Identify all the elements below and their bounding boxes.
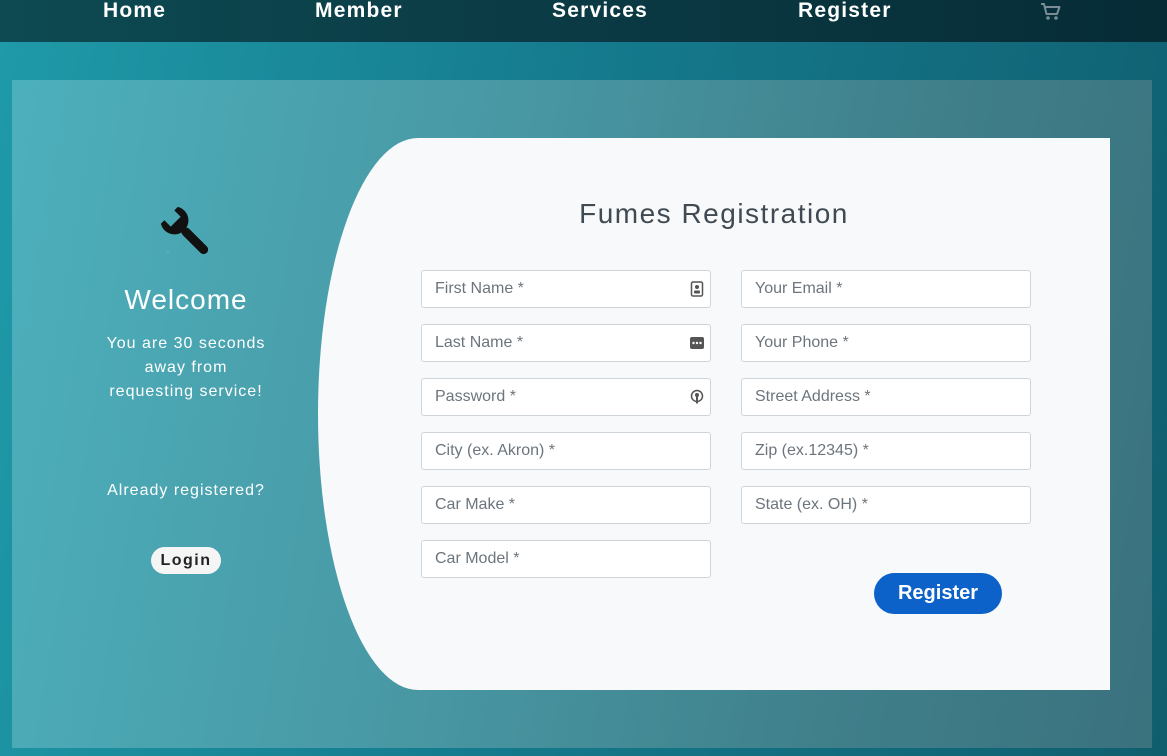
car-model-input[interactable] <box>422 541 710 577</box>
already-registered-text: Already registered? <box>107 482 265 499</box>
contact-card-icon <box>690 281 704 297</box>
register-button[interactable]: Register <box>874 573 1002 614</box>
street-address-input[interactable] <box>742 379 1030 415</box>
wrench-icon <box>160 206 209 255</box>
email-input[interactable] <box>742 271 1030 307</box>
welcome-subtitle-line: away from <box>144 359 228 376</box>
welcome-title: Welcome <box>124 284 248 315</box>
password-input[interactable] <box>422 379 710 415</box>
form-title: Fumes Registration <box>579 198 849 229</box>
zip-input[interactable] <box>742 433 1030 469</box>
last-name-input[interactable] <box>422 325 710 361</box>
car-make-field[interactable] <box>421 486 711 524</box>
nav-home-link[interactable]: Home <box>103 0 166 23</box>
street-address-field[interactable] <box>741 378 1031 416</box>
top-navbar: Home Member Services Register <box>0 0 1167 42</box>
shopping-cart-icon[interactable] <box>1040 2 1062 22</box>
welcome-subtitle: You are 30 seconds away from requesting … <box>96 332 276 404</box>
first-name-field[interactable] <box>421 270 711 308</box>
state-field[interactable] <box>741 486 1031 524</box>
car-make-input[interactable] <box>422 487 710 523</box>
car-model-field[interactable] <box>421 540 711 578</box>
phone-field[interactable] <box>741 324 1031 362</box>
welcome-subtitle-line: requesting service! <box>109 383 263 400</box>
first-name-input[interactable] <box>422 271 710 307</box>
registration-form-card: Fumes Registration First Name * Your Ema… <box>318 138 1110 690</box>
nav-member-link[interactable]: Member <box>315 0 403 23</box>
login-button[interactable]: Login <box>151 547 221 574</box>
state-input[interactable] <box>742 487 1030 523</box>
key-lock-icon <box>690 389 704 404</box>
last-name-field[interactable] <box>421 324 711 362</box>
city-field[interactable] <box>421 432 711 470</box>
nav-services-link[interactable]: Services <box>552 0 648 23</box>
city-input[interactable] <box>422 433 710 469</box>
nav-register-link[interactable]: Register <box>798 0 892 23</box>
zip-field[interactable] <box>741 432 1031 470</box>
phone-input[interactable] <box>742 325 1030 361</box>
welcome-section: Welcome You are 30 seconds away from req… <box>12 80 360 748</box>
main-panel: Welcome You are 30 seconds away from req… <box>12 80 1152 748</box>
welcome-subtitle-line: You are 30 seconds <box>106 335 266 352</box>
keyboard-dots-icon <box>690 337 704 349</box>
password-field[interactable] <box>421 378 711 416</box>
email-field[interactable] <box>741 270 1031 308</box>
